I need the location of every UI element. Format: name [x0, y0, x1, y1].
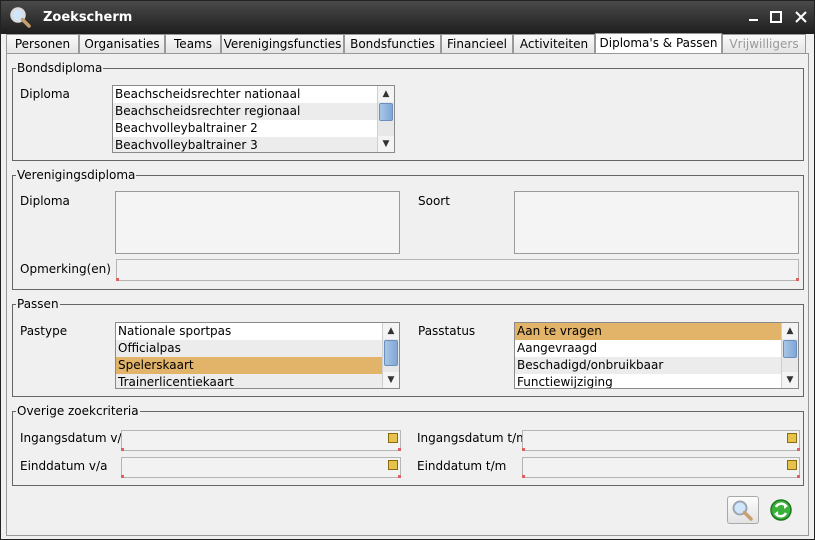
scrollbar[interactable]: ▲ ▼ [377, 86, 394, 152]
maximize-button[interactable] [767, 9, 785, 25]
scroll-thumb[interactable] [384, 340, 398, 366]
bondsdiploma-legend: Bondsdiploma [17, 61, 103, 75]
list-item[interactable]: Beachvolleybaltrainer 2 [113, 120, 394, 137]
list-item[interactable]: Beachscheidsrechter regionaal [113, 103, 394, 120]
calendar-icon[interactable] [388, 460, 398, 470]
ingangsdatum-va-label: Ingangsdatum v/a [20, 431, 129, 445]
list-item[interactable]: Functiewijziging [515, 374, 798, 388]
scrollbar[interactable]: ▲ ▼ [781, 323, 798, 388]
required-marker [121, 475, 124, 478]
close-button[interactable] [792, 9, 810, 25]
ingangsdatum-tm-label: Ingangsdatum t/m [417, 431, 528, 445]
list-item[interactable]: Beschadigd/onbruikbaar [515, 357, 798, 374]
pastype-label: Pastype [20, 324, 68, 338]
list-item[interactable]: Nationale sportpas [116, 323, 399, 340]
title-bar: Zoekscherm [1, 1, 814, 34]
tab-organisaties[interactable]: Organisaties [79, 34, 165, 53]
refresh-icon [770, 499, 792, 521]
scroll-down-icon[interactable]: ▼ [782, 372, 798, 388]
scroll-thumb[interactable] [783, 340, 797, 358]
scroll-up-icon[interactable]: ▲ [782, 323, 798, 339]
tab-bondsfuncties[interactable]: Bondsfuncties [344, 34, 441, 53]
required-marker [522, 475, 525, 478]
scrollbar[interactable]: ▲ ▼ [382, 323, 399, 388]
required-marker [797, 475, 800, 478]
required-marker [116, 278, 119, 281]
search-window: Zoekscherm Personen Organisaties Teams V… [0, 0, 815, 540]
required-marker [121, 448, 124, 451]
tab-vrijwilligers[interactable]: Vrijwilligers [722, 34, 806, 53]
ingangsdatum-tm-field[interactable] [522, 430, 800, 451]
verenigingsdiploma-diploma-label: Diploma [20, 194, 70, 208]
einddatum-tm-label: Einddatum t/m [417, 459, 507, 473]
opmerking-label: Opmerking(en) [20, 262, 111, 276]
scroll-up-icon[interactable]: ▲ [378, 86, 394, 102]
search-button[interactable] [727, 496, 759, 524]
einddatum-va-field[interactable] [121, 457, 401, 478]
minimize-button[interactable] [745, 9, 763, 25]
scroll-down-icon[interactable]: ▼ [383, 372, 399, 388]
overige-legend: Overige zoekcriteria [17, 404, 139, 418]
list-item[interactable]: Trainerlicentiekaart [116, 374, 399, 388]
required-marker [398, 448, 401, 451]
list-item[interactable]: Beachscheidsrechter nationaal [113, 86, 394, 103]
soort-listbox[interactable] [514, 191, 799, 254]
required-marker [797, 448, 800, 451]
tab-personen[interactable]: Personen [6, 34, 79, 53]
soort-label: Soort [418, 194, 450, 208]
magnifier-icon [10, 7, 31, 28]
tab-financieel[interactable]: Financieel [441, 34, 513, 53]
pastype-listbox[interactable]: Nationale sportpas Officialpas Spelerska… [115, 322, 400, 389]
scroll-down-icon[interactable]: ▼ [378, 136, 394, 152]
scroll-up-icon[interactable]: ▲ [383, 323, 399, 339]
einddatum-tm-field[interactable] [522, 457, 800, 478]
list-item[interactable]: Officialpas [116, 340, 399, 357]
required-marker [398, 475, 401, 478]
scroll-thumb[interactable] [379, 103, 393, 121]
bondsdiploma-diploma-label: Diploma [20, 87, 70, 101]
einddatum-va-label: Einddatum v/a [20, 459, 108, 473]
bondsdiploma-listbox[interactable]: Beachscheidsrechter nationaal Beachschei… [112, 85, 395, 153]
list-item-selected[interactable]: Aan te vragen [515, 323, 798, 340]
required-marker [522, 448, 525, 451]
list-item-selected[interactable]: Spelerskaart [116, 357, 399, 374]
tab-verenigingsfuncties[interactable]: Verenigingsfuncties [221, 34, 344, 53]
calendar-icon[interactable] [787, 433, 797, 443]
required-marker [796, 278, 799, 281]
reset-button[interactable] [766, 496, 798, 524]
window-title: Zoekscherm [43, 10, 133, 25]
list-item[interactable]: Beachvolleybaltrainer 3 [113, 137, 394, 152]
opmerking-field[interactable] [116, 259, 799, 281]
calendar-icon[interactable] [787, 460, 797, 470]
verenigingsdiploma-listbox[interactable] [115, 191, 400, 254]
tab-activiteiten[interactable]: Activiteiten [513, 34, 595, 53]
search-icon [732, 500, 753, 521]
tab-teams[interactable]: Teams [165, 34, 221, 53]
tab-diplomas-passen[interactable]: Diploma's & Passen [595, 33, 722, 54]
list-item[interactable]: Aangevraagd [515, 340, 798, 357]
calendar-icon[interactable] [388, 433, 398, 443]
ingangsdatum-va-field[interactable] [121, 430, 401, 451]
verenigingsdiploma-legend: Verenigingsdiploma [17, 168, 136, 182]
tab-panel: Bondsdiploma Diploma Beachscheidsrechter… [6, 54, 809, 536]
passen-legend: Passen [17, 297, 59, 311]
passtatus-listbox[interactable]: Aan te vragen Aangevraagd Beschadigd/onb… [514, 322, 799, 389]
passtatus-label: Passtatus [418, 324, 476, 338]
